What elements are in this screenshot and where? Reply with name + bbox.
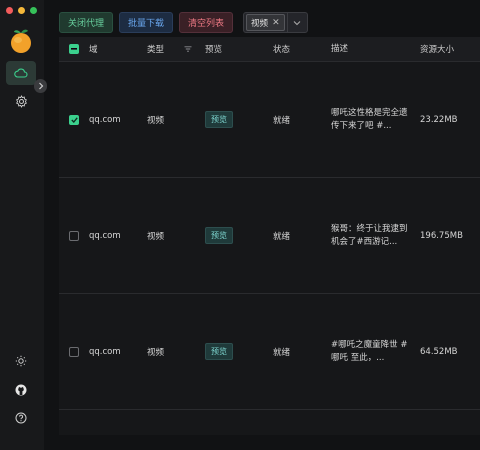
filter-icon[interactable]	[184, 46, 192, 52]
theme-toggle-button[interactable]	[6, 349, 36, 373]
sidebar	[0, 0, 47, 450]
window-controls	[6, 7, 37, 14]
row-description-line1: 哪吒这性格是完全遗	[331, 107, 408, 118]
row-checkbox[interactable]	[69, 346, 79, 357]
minus-icon	[71, 48, 77, 50]
help-icon	[15, 412, 27, 424]
row-description: #哪吒之魔童降世 # 哪吒 至此，...	[331, 339, 420, 365]
help-button[interactable]	[6, 406, 36, 430]
row-preview-cell: 预览	[205, 343, 273, 360]
row-description-line1: 猴哥：终于让我逮到	[331, 223, 408, 234]
row-status: 就绪	[273, 115, 291, 126]
chevron-right-icon	[38, 82, 43, 90]
filter-chip-video: 视频 ✕	[246, 14, 285, 31]
nav-proxy-button[interactable]	[6, 61, 36, 85]
close-window-button[interactable]	[6, 7, 13, 14]
github-icon	[15, 384, 27, 396]
toolbar: 关闭代理 批量下载 清空列表 视频 ✕	[59, 12, 308, 33]
header-preview: 预览	[205, 45, 223, 55]
preview-button[interactable]: 预览	[205, 227, 233, 244]
close-icon[interactable]: ✕	[272, 18, 280, 28]
row-type: 视频	[147, 347, 165, 358]
nav-settings-button[interactable]	[6, 89, 36, 113]
row-description-line1: #哪吒之魔童降世 #	[331, 339, 408, 350]
table-header: 域 类型 预览 状态 描述 资源大小	[59, 37, 480, 62]
row-status: 就绪	[273, 231, 291, 242]
row-description: 哪吒这性格是完全遗 传下来了吧 #...	[331, 107, 420, 133]
row-type: 视频	[147, 231, 165, 242]
resource-table: 域 类型 预览 状态 描述 资源大小 qq.com 视频 预览 就绪 哪吒这性格…	[59, 37, 480, 435]
chevron-down-icon	[293, 20, 301, 25]
row-description-line2: 传下来了吧 #...	[331, 120, 392, 131]
clear-list-button[interactable]: 清空列表	[179, 12, 234, 33]
filter-dropdown-toggle[interactable]	[286, 12, 307, 33]
select-all-cell	[59, 44, 89, 54]
collapse-sidebar-button[interactable]	[34, 79, 47, 93]
row-checkbox[interactable]	[69, 230, 79, 241]
row-preview-cell: 预览	[205, 111, 273, 128]
github-button[interactable]	[6, 378, 36, 402]
header-size: 资源大小	[420, 45, 455, 55]
check-icon	[70, 116, 78, 123]
table-row[interactable]: qq.com 视频 预览 就绪 猴哥：终于让我逮到 机会了#西游记... 196…	[59, 178, 480, 294]
select-all-checkbox[interactable]	[69, 44, 79, 54]
row-domain: qq.com	[89, 346, 121, 357]
filter-chip-label: 视频	[251, 18, 269, 29]
row-type: 视频	[147, 115, 165, 126]
batch-download-button[interactable]: 批量下载	[119, 12, 174, 33]
header-type-label: 类型	[147, 45, 165, 55]
preview-button[interactable]: 预览	[205, 343, 233, 360]
type-filter-select[interactable]: 视频 ✕	[243, 12, 308, 33]
cloud-icon	[14, 68, 28, 78]
row-status: 就绪	[273, 347, 291, 358]
row-description-line2: 哪吒 至此，...	[331, 352, 385, 363]
row-domain: qq.com	[89, 114, 121, 125]
gear-icon	[15, 94, 27, 108]
row-preview-cell: 预览	[205, 227, 273, 244]
row-checkbox[interactable]	[69, 114, 79, 125]
header-domain: 域	[89, 45, 98, 55]
row-select-cell	[59, 114, 89, 125]
sun-icon	[15, 355, 27, 367]
table-row[interactable]: qq.com 视频 预览 就绪 哪吒这性格是完全遗 传下来了吧 #... 23.…	[59, 62, 480, 178]
row-size: 196.75MB	[420, 230, 463, 241]
header-type: 类型	[147, 43, 205, 55]
row-description: 猴哥：终于让我逮到 机会了#西游记...	[331, 223, 420, 249]
header-status: 状态	[273, 45, 291, 55]
row-select-cell	[59, 346, 89, 357]
app-window: 关闭代理 批量下载 清空列表 视频 ✕ 域 类型 预览 状态 描述 资源大小 q…	[0, 0, 480, 450]
table-row[interactable]: qq.com 视频 预览 就绪 #哪吒之魔童降世 # 哪吒 至此，... 64.…	[59, 294, 480, 410]
row-size: 64.52MB	[420, 346, 458, 357]
header-description: 描述	[331, 43, 349, 54]
preview-button[interactable]: 预览	[205, 111, 233, 128]
close-proxy-button[interactable]: 关闭代理	[59, 12, 114, 33]
minimize-window-button[interactable]	[18, 7, 25, 14]
maximize-window-button[interactable]	[30, 7, 37, 14]
row-size: 23.22MB	[420, 114, 458, 125]
row-description-line2: 机会了#西游记...	[331, 236, 398, 247]
app-logo	[11, 29, 31, 53]
row-select-cell	[59, 230, 89, 241]
row-domain: qq.com	[89, 230, 121, 241]
